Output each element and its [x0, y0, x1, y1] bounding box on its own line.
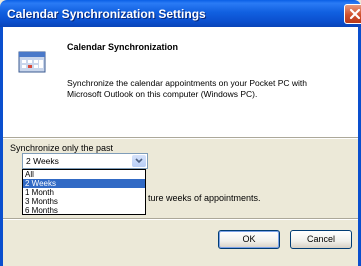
sync-range-label: Synchronize only the past [10, 143, 114, 153]
calendar-icon [18, 51, 46, 73]
dropdown-option-1-month[interactable]: 1 Month [23, 188, 145, 197]
combobox-dropdown-button[interactable] [132, 155, 146, 167]
window-title: Calendar Synchronization Settings [7, 7, 206, 21]
section-description: Synchronize the calendar appointments on… [67, 78, 308, 99]
divider [3, 137, 358, 139]
chevron-down-icon [135, 158, 143, 164]
divider [3, 218, 358, 220]
cancel-button[interactable]: Cancel [290, 230, 352, 249]
dropdown-option-2-weeks[interactable]: 2 Weeks [23, 179, 145, 188]
sync-range-dropdown-list: All 2 Weeks 1 Month 3 Months 6 Months [22, 169, 146, 215]
close-x-icon [349, 8, 361, 20]
dropdown-option-6-months[interactable]: 6 Months [23, 206, 145, 215]
sync-range-combobox[interactable]: 2 Weeks [22, 153, 148, 169]
section-heading: Calendar Synchronization [67, 42, 179, 52]
future-weeks-label: ture weeks of appointments. [148, 193, 261, 203]
ok-button[interactable]: OK [218, 230, 280, 249]
dropdown-option-3-months[interactable]: 3 Months [23, 197, 145, 206]
title-bar[interactable]: Calendar Synchronization Settings [0, 0, 361, 27]
combobox-value: 2 Weeks [26, 156, 59, 166]
dropdown-option-all[interactable]: All [23, 170, 145, 179]
close-button[interactable] [344, 4, 361, 24]
